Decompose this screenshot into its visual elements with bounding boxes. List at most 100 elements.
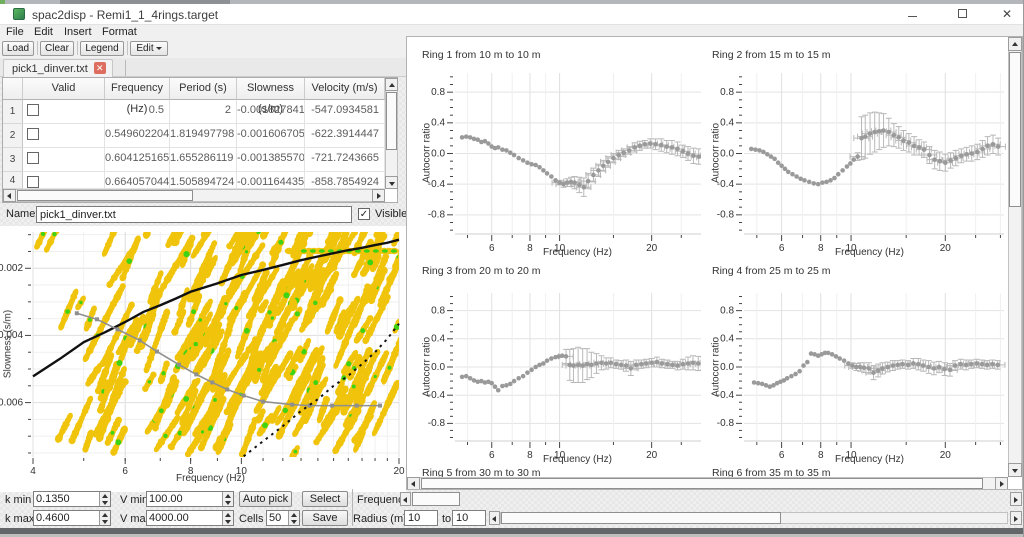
spin-down-button[interactable] [223, 518, 233, 525]
table-scroll-right-button[interactable] [372, 189, 385, 202]
ring3-title: Ring 3 from 20 m to 20 m [422, 265, 540, 277]
valid-checkbox[interactable] [27, 128, 39, 140]
table-scroll-down-button[interactable] [385, 176, 398, 189]
ring4-title: Ring 4 from 25 m to 25 m [712, 265, 830, 277]
title-bar: spac2disp - Remi1_1_4rings.target ✕ [0, 4, 1024, 25]
row2-scroll-right-button[interactable] [1010, 511, 1022, 525]
velocity-cell: -547.0934581 [305, 100, 385, 124]
ring2-canvas [701, 41, 1007, 261]
header-valid[interactable]: Valid [23, 78, 105, 100]
header-period[interactable]: Period (s) [170, 78, 237, 100]
frequency-scroll-left-button[interactable] [400, 492, 411, 506]
radius-scroll-left-button[interactable] [489, 511, 500, 525]
table-hscroll-thumb[interactable] [17, 190, 193, 201]
spin-down-button[interactable] [289, 518, 299, 525]
header-slowness[interactable]: Slowness (s/m) [237, 78, 305, 100]
legend-button[interactable]: Legend [80, 41, 124, 56]
bottom-controls: k min V min Auto pick Select Frequency k… [0, 489, 1024, 528]
period-cell: 1.819497798 [170, 124, 237, 148]
radius-from-input[interactable] [404, 510, 438, 526]
cells-input[interactable] [267, 511, 288, 525]
table-vscroll-thumb[interactable] [386, 92, 397, 150]
row1-scroll-right-button[interactable] [1010, 492, 1022, 506]
header-frequency[interactable]: Frequency (Hz) [105, 78, 170, 100]
k-min-input[interactable] [34, 492, 99, 506]
select-button[interactable]: Select [302, 491, 348, 507]
k-max-input[interactable] [34, 511, 99, 525]
scroll-right-icon [377, 193, 381, 199]
pick-table: Valid Frequency (Hz) Period (s) Slowness… [2, 77, 398, 203]
panel-hscroll-thumb[interactable] [421, 478, 983, 489]
minimize-button[interactable] [895, 4, 929, 25]
menu-format[interactable]: Format [98, 26, 141, 38]
v-max-input[interactable] [147, 511, 222, 525]
panel-vscroll-thumb[interactable] [1009, 52, 1021, 207]
spin-down-button[interactable] [100, 518, 110, 525]
toolbar-separator [37, 41, 38, 55]
k-max-label: k max [5, 513, 34, 525]
ring3-ylabel: Autocorr ratio [422, 337, 433, 397]
name-input[interactable] [36, 206, 352, 223]
spin-up-icon [225, 513, 231, 517]
header-velocity[interactable]: Velocity (m/s) [305, 78, 385, 100]
dispersion-canvas[interactable] [0, 226, 406, 492]
valid-checkbox[interactable] [27, 104, 39, 116]
valid-checkbox[interactable] [27, 152, 39, 164]
close-button[interactable]: ✕ [990, 4, 1024, 25]
scroll-right-icon [1000, 481, 1004, 487]
ring2-title: Ring 2 from 15 m to 15 m [712, 49, 830, 61]
menu-file[interactable]: File [2, 26, 28, 38]
frequency-slider-thumb[interactable] [412, 492, 460, 506]
table-scroll-left-button[interactable] [3, 189, 16, 202]
v-min-input[interactable] [147, 492, 222, 506]
spin-up-button[interactable] [223, 511, 233, 518]
radius-to-input[interactable] [452, 510, 486, 526]
tab-pick-file[interactable]: pick1_dinver.txt✕ [3, 59, 113, 77]
v-max-spinbox [146, 510, 234, 526]
row-number: 3 [3, 148, 23, 172]
row-number: 1 [3, 100, 23, 124]
minimize-icon [908, 16, 917, 17]
spin-up-button[interactable] [289, 511, 299, 518]
velocity-cell: -721.7243665 [305, 148, 385, 172]
period-cell: 2 [170, 100, 237, 124]
period-cell: 1.655286119 [170, 148, 237, 172]
spin-up-button[interactable] [223, 492, 233, 499]
radius-scroll-thumb[interactable] [501, 512, 781, 524]
controls-separator [352, 489, 353, 526]
scroll-down-icon [1012, 469, 1018, 473]
edit-button[interactable]: Edit [130, 41, 168, 56]
spin-down-icon [102, 501, 108, 505]
spin-down-button[interactable] [100, 499, 110, 506]
ring1-ylabel: Autocorr ratio [422, 123, 433, 183]
valid-cell [23, 124, 105, 148]
spin-down-button[interactable] [223, 499, 233, 506]
visible-checkbox[interactable]: ✓ [358, 208, 370, 220]
toolbar: Load Clear Legend Edit [0, 39, 406, 58]
tab-close-icon[interactable]: ✕ [94, 62, 106, 74]
name-label: Name [6, 208, 35, 220]
slowness-cell: -0.001827841268 [237, 100, 305, 124]
menu-edit[interactable]: Edit [30, 26, 57, 38]
table-scroll-up-button[interactable] [385, 78, 398, 91]
clear-button[interactable]: Clear [40, 41, 74, 56]
ring3-plot: Ring 3 from 20 m to 20 m Autocorr ratio … [411, 257, 709, 471]
spin-up-button[interactable] [100, 511, 110, 518]
v-min-spinbox [146, 491, 234, 507]
valid-cell [23, 100, 105, 124]
panel-scroll-down-button[interactable] [1008, 463, 1022, 477]
maximize-button[interactable] [945, 4, 979, 25]
panel-scroll-up-button[interactable] [1008, 37, 1022, 51]
v-min-spinner [222, 492, 233, 506]
k-min-label: k min [5, 494, 31, 506]
row-number: 2 [3, 124, 23, 148]
controls-row-2: k max V max Cells Save Radius (m) to [0, 510, 1024, 528]
toolbar-separator [77, 41, 78, 55]
load-button[interactable]: Load [2, 41, 34, 56]
valid-checkbox[interactable] [27, 176, 39, 188]
auto-pick-button[interactable]: Auto pick [239, 491, 292, 507]
spin-up-button[interactable] [100, 492, 110, 499]
save-button[interactable]: Save [302, 510, 348, 526]
ring1-title: Ring 1 from 10 m to 10 m [422, 49, 540, 61]
menu-insert[interactable]: Insert [60, 26, 96, 38]
